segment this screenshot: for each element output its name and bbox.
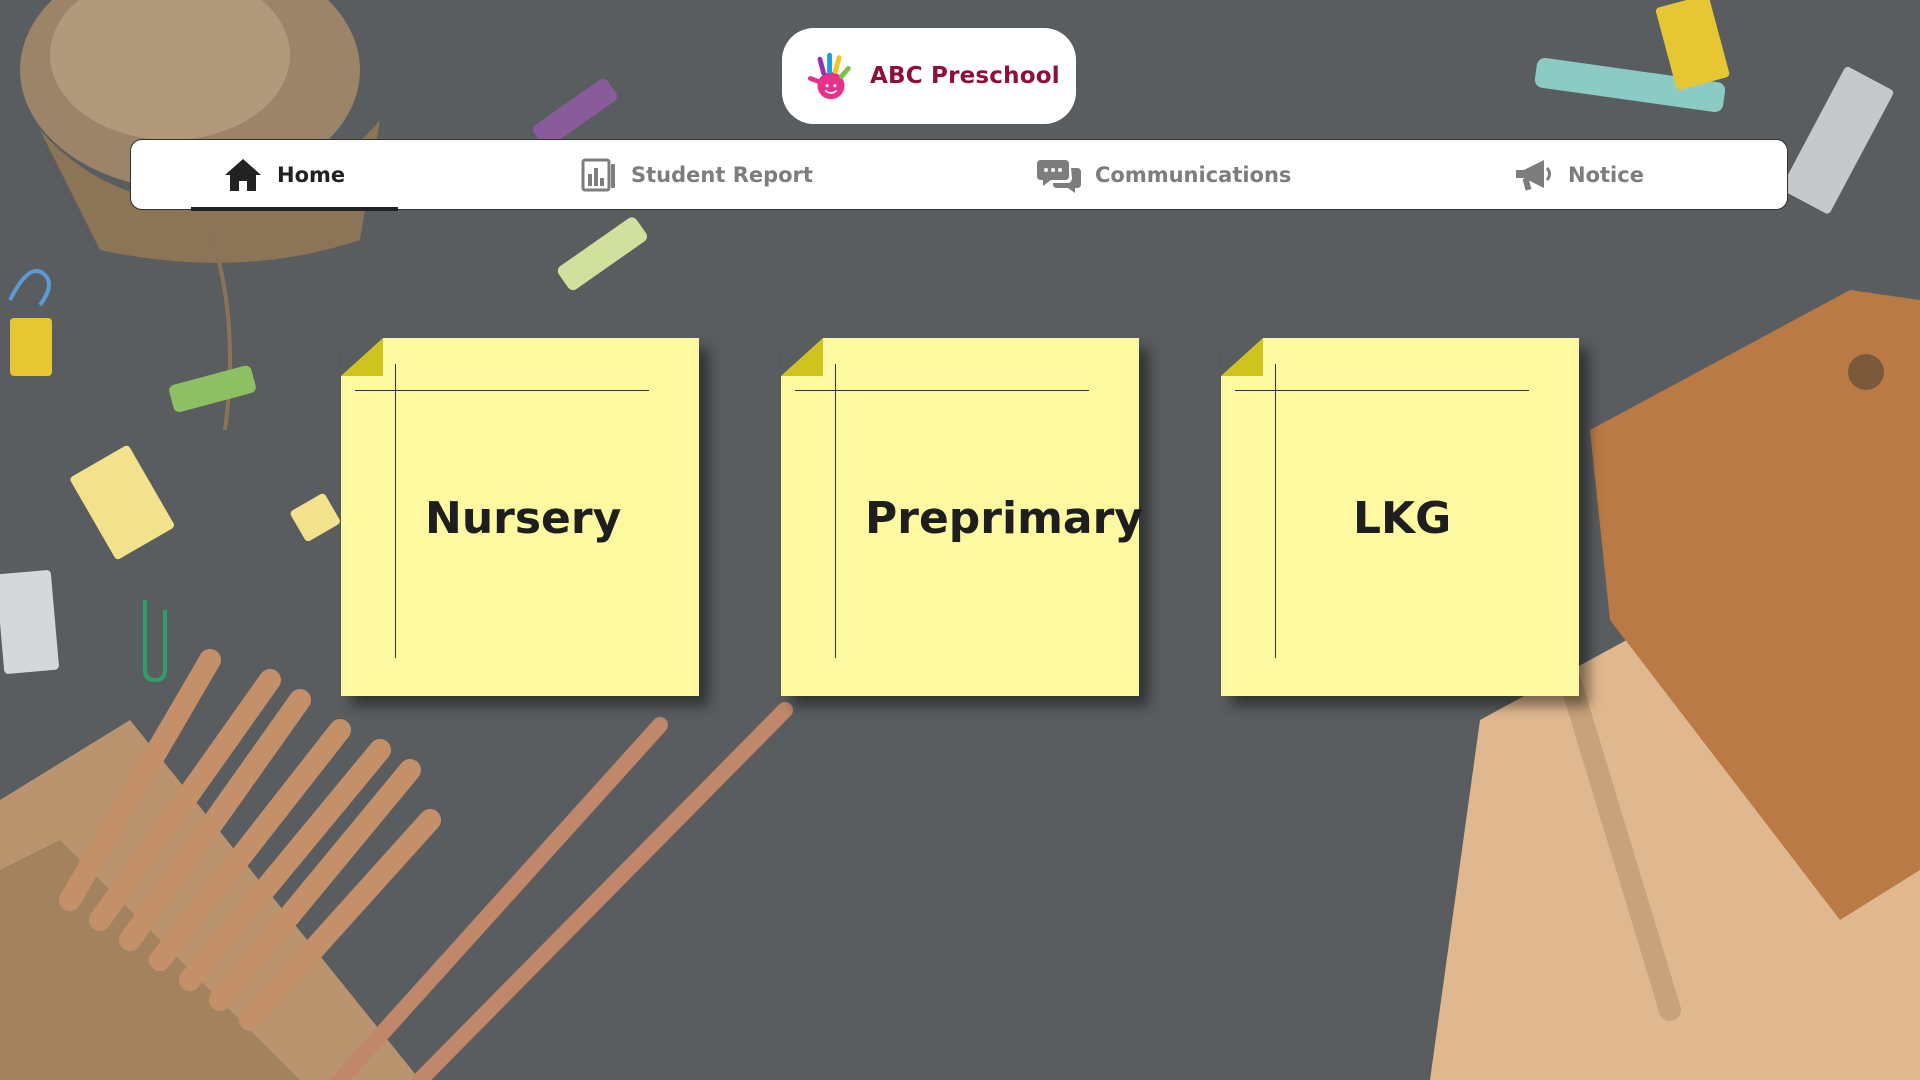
class-card-lkg[interactable]: LKG [1221, 338, 1579, 696]
class-card-nursery[interactable]: Nursery [341, 338, 699, 696]
nav-student-report-label: Student Report [631, 163, 813, 187]
class-card-preprimary[interactable]: Preprimary [781, 338, 1143, 696]
page-fold-icon [341, 338, 383, 376]
brand-logo[interactable]: ABC Preschool [782, 28, 1076, 124]
nav-home-label: Home [277, 163, 346, 187]
active-tab-indicator [191, 207, 398, 211]
nav-home[interactable]: Home [223, 140, 345, 210]
home-icon [223, 157, 263, 193]
class-card-label: Nursery [425, 492, 622, 544]
nav-notice[interactable]: Notice [1514, 140, 1644, 210]
chat-bubbles-icon [1037, 156, 1081, 194]
report-icon [581, 158, 617, 192]
nav-notice-label: Notice [1568, 163, 1644, 187]
nav-communications-label: Communications [1095, 163, 1292, 187]
note-rule-line [795, 390, 1089, 391]
class-card-label: Preprimary [865, 492, 1143, 544]
nav-student-report[interactable]: Student Report [581, 140, 813, 210]
megaphone-icon [1514, 158, 1554, 192]
hand-print-icon [807, 52, 851, 100]
page-fold-icon [781, 338, 823, 376]
note-rule-line [1235, 390, 1529, 391]
page-fold-icon [1221, 338, 1263, 376]
main-nav: Home Student Report Communications Notic… [130, 139, 1788, 211]
nav-communications[interactable]: Communications [1037, 140, 1291, 210]
note-rule-line [355, 390, 649, 391]
class-card-label: LKG [1353, 492, 1452, 544]
brand-name: ABC Preschool [870, 63, 1060, 89]
